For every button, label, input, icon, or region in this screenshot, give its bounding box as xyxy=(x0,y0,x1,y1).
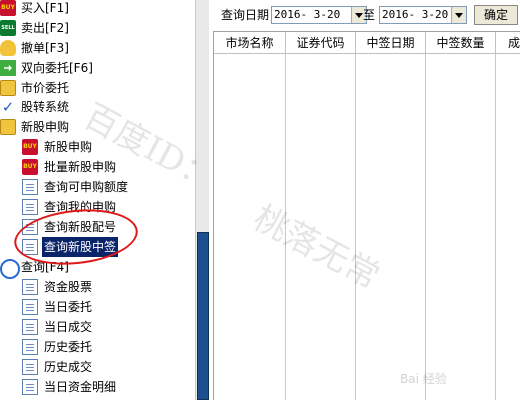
tree-item-label: 批量新股申购 xyxy=(44,160,117,174)
tree-item-label: 股转系统 xyxy=(21,100,70,114)
buy-icon xyxy=(0,0,16,16)
column-header[interactable]: 证券代码 xyxy=(286,32,356,54)
document-icon xyxy=(22,299,38,315)
tree-item-label: 查询新股中签 xyxy=(42,237,119,257)
document-icon xyxy=(22,379,38,395)
column-header[interactable]: 中签日期 xyxy=(356,32,426,54)
document-icon xyxy=(22,239,38,255)
column-header[interactable]: 中签数量 xyxy=(426,32,496,54)
start-date-picker[interactable]: 2016- 3-20 xyxy=(271,6,367,24)
query-toolbar: 查询日期 2016- 3-20 至 2016- 3-20 确定 xyxy=(209,0,520,30)
navigation-tree: 买入[F1] 卖出[F2] 撤单[F3] 双向委托[F6] 市价委托 ✓ 股转系… xyxy=(0,0,195,400)
column-divider xyxy=(355,54,356,400)
confirm-button[interactable]: 确定 xyxy=(474,5,518,25)
column-divider xyxy=(425,54,426,400)
query-date-label: 查询日期 xyxy=(221,8,270,22)
tree-item-label: 历史成交 xyxy=(44,360,93,374)
folder-icon xyxy=(0,119,16,135)
column-header[interactable]: 市场名称 xyxy=(214,32,286,54)
tree-item-label: 当日资金明细 xyxy=(44,380,117,394)
end-date-value: 2016- 3-20 xyxy=(382,8,449,21)
sidebar-scrollbar[interactable] xyxy=(195,0,209,400)
tree-item-label: 资金股票 xyxy=(44,280,93,294)
start-date-value: 2016- 3-20 xyxy=(274,8,341,21)
hand-icon xyxy=(0,40,16,56)
tree-item-label: 市价委托 xyxy=(21,81,70,95)
document-icon xyxy=(22,319,38,335)
tree-item-label: 新股申购 xyxy=(44,140,93,154)
document-icon xyxy=(22,359,38,375)
tree-item-label: 新股申购 xyxy=(21,120,70,134)
document-icon xyxy=(22,219,38,235)
winning-lots-table: 市场名称 证券代码 中签日期 中签数量 成交 xyxy=(213,31,520,400)
tree-item-label: 买入[F1] xyxy=(21,1,69,15)
tree-item-label: 双向委托[F6] xyxy=(21,61,93,75)
folder-icon xyxy=(0,80,16,96)
tree-item-label: 当日委托 xyxy=(44,300,93,314)
search-icon xyxy=(0,259,20,279)
sell-icon xyxy=(0,20,16,36)
check-icon: ✓ xyxy=(1,98,15,116)
tree-item-label: 当日成交 xyxy=(44,320,93,334)
column-header[interactable]: 成交 xyxy=(496,32,520,54)
tree-item-label: 查询[F4] xyxy=(21,260,69,274)
document-icon xyxy=(22,339,38,355)
tree-item-label: 查询我的申购 xyxy=(44,200,117,214)
swap-icon xyxy=(0,60,16,76)
column-divider xyxy=(285,54,286,400)
document-icon xyxy=(22,279,38,295)
buy-icon xyxy=(22,159,38,175)
tree-item-label: 卖出[F2] xyxy=(21,21,69,35)
buy-icon xyxy=(22,139,38,155)
to-label: 至 xyxy=(363,8,376,22)
tree-item-label: 撤单[F3] xyxy=(21,41,69,55)
tree-item-label: 查询新股配号 xyxy=(44,220,117,234)
tree-item-label: 历史委托 xyxy=(44,340,93,354)
scrollbar-thumb[interactable] xyxy=(197,232,209,400)
chevron-down-icon[interactable] xyxy=(451,7,466,23)
tree-item-label: 查询可申购额度 xyxy=(44,180,129,194)
document-icon xyxy=(22,199,38,215)
document-icon xyxy=(22,179,38,195)
end-date-picker[interactable]: 2016- 3-20 xyxy=(379,6,467,24)
column-divider xyxy=(495,54,496,400)
